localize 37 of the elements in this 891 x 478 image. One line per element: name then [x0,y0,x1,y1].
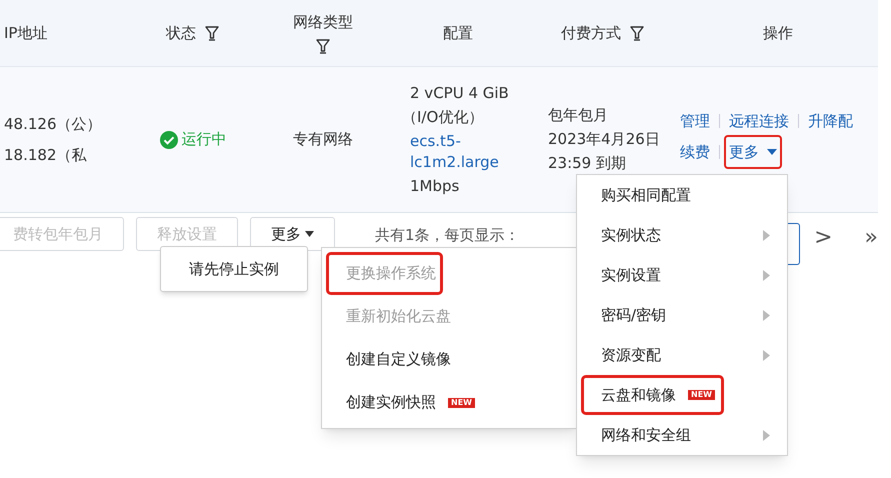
config-text: 2 vCPU 4 GiB [410,82,510,104]
ip-address: 48.126（公） [4,114,102,135]
action-link[interactable]: 升降配 [808,110,853,132]
action-link[interactable]: 续费 [680,140,710,163]
last-page-button[interactable]: » [864,221,878,254]
column-header: 配置 [443,22,473,44]
menu-item[interactable]: 购买相同配置 [581,175,783,215]
column-header: 网络类型 [293,12,353,34]
new-badge: NEW [688,390,715,400]
column-header: 付费方式 [561,22,621,44]
pagination-summary: 共有1条，每页显示： [375,225,520,246]
tooltip: 请先停止实例 [160,246,308,292]
more-link[interactable]: 更多 [724,134,782,169]
menu-item[interactable]: 实例状态 [581,215,783,255]
ip-address: 18.182（私 [4,144,88,166]
menu-item[interactable]: 实例设置 [581,255,783,295]
menu-item[interactable]: 创建实例快照 NEW [326,381,482,424]
billing-text: 2023年4月26日 [548,129,661,150]
menu-item[interactable]: 资源变配 [581,335,783,375]
config-text: （I/O优化） [402,106,484,128]
action-link[interactable]: 管理 [680,110,710,132]
column-header: 状态 [166,22,196,44]
menu-item[interactable]: 网络和安全组 [581,415,783,455]
billing-text: 23:59 到期 [548,153,627,174]
menu-item[interactable]: 密码/密钥 [581,295,783,335]
status-text: 运行中 [182,129,226,150]
column-header: IP地址 [4,22,48,44]
network-type: 专有网络 [292,129,354,150]
instance-type-link[interactable]: ecs.t5-lc1m2.large [410,130,510,172]
action-link[interactable]: 远程连接 [729,110,789,132]
bandwidth-text: 1Mbps [410,176,460,196]
next-page-button[interactable]: > [814,221,833,254]
menu-item[interactable]: 创建自定义镜像 [326,338,458,381]
billing-text: 包年包月 [548,105,609,126]
new-badge: NEW [448,398,475,408]
column-header: 操作 [763,22,793,44]
menu-item[interactable]: 云盘和镜像 NEW [581,375,724,415]
